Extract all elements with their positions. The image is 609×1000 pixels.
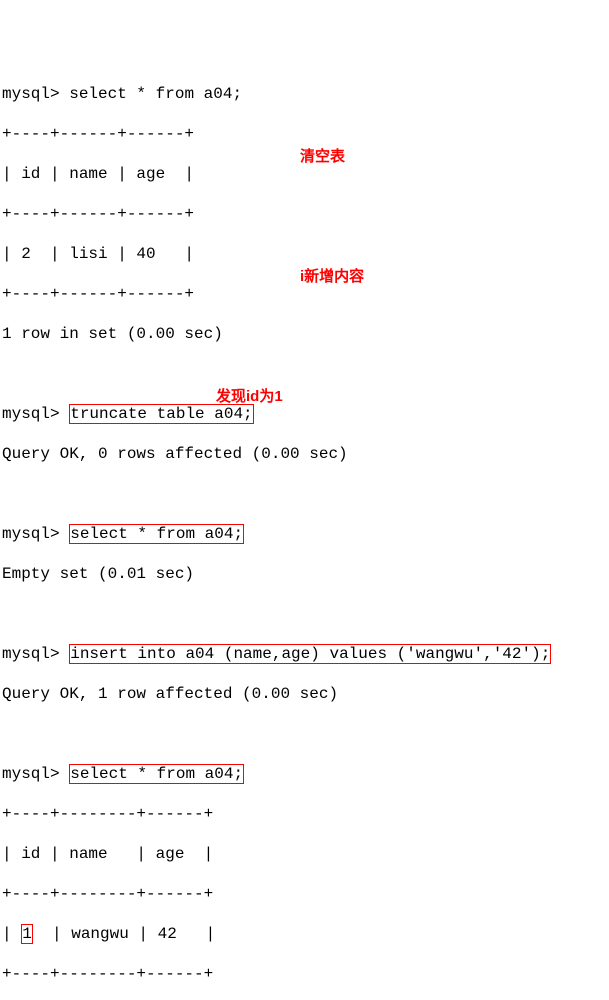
result-insert: Query OK, 1 row affected (0.00 sec) <box>2 684 607 704</box>
blank-line <box>2 724 607 744</box>
note-id-found: 发现id为1 <box>216 387 283 407</box>
blank-line <box>2 364 607 384</box>
id-value-box: 1 <box>21 924 33 944</box>
prompt: mysql> <box>2 85 60 103</box>
blank-line <box>2 604 607 624</box>
prompt: mysql> <box>2 645 60 663</box>
table2-row: | 1 | wangwu | 42 | <box>2 924 607 944</box>
table1-summary: 1 row in set (0.00 sec) <box>2 324 607 344</box>
table2-border: +----+--------+------+ <box>2 884 607 904</box>
table2-header: | id | name | age | <box>2 844 607 864</box>
sql-command: select * from a04; <box>69 85 242 103</box>
prompt: mysql> <box>2 765 60 783</box>
sql-select-box: select * from a04; <box>69 524 244 544</box>
note-clear-table: 清空表 <box>300 147 345 167</box>
table1-border: +----+------+------+ <box>2 284 607 304</box>
row-prefix: | <box>2 925 21 943</box>
line-query1: mysql> select * from a04; <box>2 84 607 104</box>
sql-truncate-box: truncate table a04; <box>69 404 253 424</box>
prompt: mysql> <box>2 525 60 543</box>
result-empty: Empty set (0.01 sec) <box>2 564 607 584</box>
line-query3: mysql> select * from a04; <box>2 764 607 784</box>
blank-line <box>2 484 607 504</box>
table2-border: +----+--------+------+ <box>2 964 607 984</box>
sql-insert-box: insert into a04 (name,age) values ('wang… <box>69 644 551 664</box>
table1-border: +----+------+------+ <box>2 124 607 144</box>
table1-row: | 2 | lisi | 40 | <box>2 244 607 264</box>
table1-border: +----+------+------+ <box>2 204 607 224</box>
table2-border: +----+--------+------+ <box>2 804 607 824</box>
result-truncate: Query OK, 0 rows affected (0.00 sec) <box>2 444 607 464</box>
sql-select-box: select * from a04; <box>69 764 244 784</box>
line-insert: mysql> insert into a04 (name,age) values… <box>2 644 607 664</box>
line-truncate: mysql> truncate table a04; <box>2 404 607 424</box>
note-insert-new: i新增内容 <box>300 267 364 287</box>
line-query2: mysql> select * from a04; <box>2 524 607 544</box>
row-suffix: | wangwu | 42 | <box>33 925 215 943</box>
prompt: mysql> <box>2 405 60 423</box>
table1-header: | id | name | age | <box>2 164 607 184</box>
